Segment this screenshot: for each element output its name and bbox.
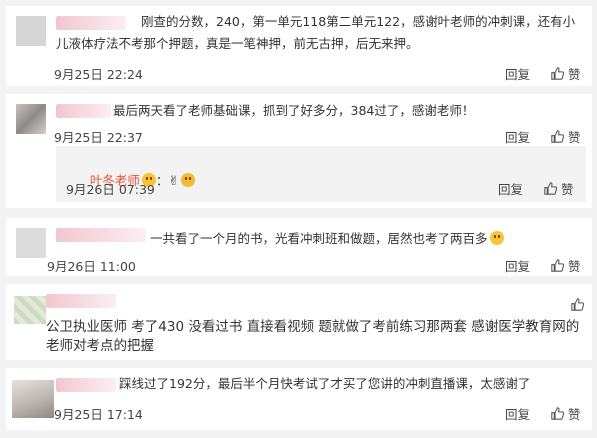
- comment-card: 踩线过了192分，最后半个月快考试了才买了您讲的冲刺直播课，太感谢了 9月25日…: [6, 368, 592, 430]
- like-label: 赞: [568, 67, 581, 82]
- reply-button[interactable]: 回复: [505, 404, 530, 423]
- like-label: 赞: [568, 259, 581, 274]
- comment-card: 刚查的分数，240，第一单元118第二单元122，感谢叶老师的冲刺课，还有小儿液…: [6, 6, 592, 86]
- like-button[interactable]: 赞: [551, 404, 581, 423]
- thumbs-up-icon: [551, 407, 564, 420]
- reply-button[interactable]: 回复: [505, 127, 530, 146]
- username-blurred[interactable]: [56, 228, 146, 242]
- reply-button[interactable]: 回复: [498, 179, 523, 198]
- comment-time: 9月25日 17:14: [54, 407, 143, 422]
- avatar[interactable]: [12, 380, 54, 418]
- smile-emoji-icon: [489, 231, 504, 245]
- comment-card: 公卫执业医师 考了430 没看过书 直接看视频 题就做了考前练习那两套 感谢医学…: [6, 284, 592, 360]
- thumbs-up-icon: [571, 298, 584, 311]
- thumbs-up-icon: [544, 182, 557, 195]
- comment-card: 一共看了一个月的书，光看冲刺班和做题，居然也考了两百多 9月26日 11:00 …: [6, 218, 592, 276]
- thumbs-up-icon: [551, 130, 564, 143]
- comment-card: 最后两天看了老师基础课，抓到了好多分，384过了，感谢老师！ 9月25日 22:…: [6, 94, 592, 208]
- reply-button[interactable]: 回复: [505, 64, 530, 83]
- like-label: 赞: [568, 130, 581, 145]
- like-label: 赞: [561, 182, 574, 197]
- comment-text-content: 一共看了一个月的书，光看冲刺班和做题，居然也考了两百多: [150, 231, 488, 246]
- like-button[interactable]: 赞: [551, 256, 581, 275]
- reply-colon: ：: [155, 173, 169, 188]
- comment-text: 一共看了一个月的书，光看冲刺班和做题，居然也考了两百多: [150, 228, 590, 250]
- avatar[interactable]: [14, 296, 46, 324]
- comment-text: 公卫执业医师 考了430 没看过书 直接看视频 题就做了考前练习那两套 感谢医学…: [46, 319, 580, 354]
- reply-time: 9月26日 07:39: [66, 182, 155, 197]
- grin-emoji-icon: [181, 173, 196, 187]
- thumbs-up-icon: [551, 259, 564, 272]
- avatar[interactable]: [16, 228, 46, 258]
- like-button[interactable]: 赞: [551, 64, 581, 83]
- avatar[interactable]: [16, 104, 46, 134]
- comment-time: 9月25日 22:24: [54, 67, 143, 82]
- like-button[interactable]: [571, 298, 584, 311]
- comment-text: 最后两天看了老师基础课，抓到了好多分，384过了，感谢老师！: [113, 103, 475, 118]
- comment-text: 刚查的分数，240，第一单元118第二单元122，感谢叶老师的冲刺课，还有小儿液…: [56, 14, 576, 51]
- username-blurred[interactable]: [56, 378, 116, 392]
- comment-text: 踩线过了192分，最后半个月快考试了才买了您讲的冲刺直播课，太感谢了: [119, 376, 531, 391]
- like-button[interactable]: 赞: [551, 127, 581, 146]
- comment-time: 9月25日 22:37: [54, 130, 143, 145]
- reply-thread: 叶冬老师 ：✌ 9月26日 07:39 回复 赞: [56, 146, 586, 202]
- avatar[interactable]: [16, 16, 46, 46]
- thumbs-up-icon: [551, 67, 564, 80]
- username-blurred[interactable]: [46, 294, 116, 308]
- comment-time: 9月26日 11:00: [47, 259, 136, 274]
- like-button[interactable]: 赞: [544, 179, 574, 198]
- reply-button[interactable]: 回复: [505, 256, 530, 275]
- victory-hand-emoji-icon: ✌: [168, 174, 180, 189]
- username-blurred[interactable]: [56, 104, 111, 118]
- like-label: 赞: [568, 407, 581, 422]
